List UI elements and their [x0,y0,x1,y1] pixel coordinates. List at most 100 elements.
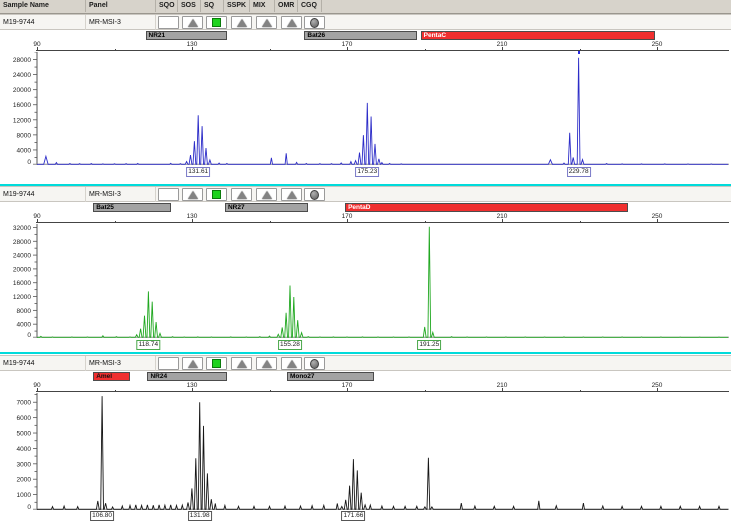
peak-size-label[interactable]: 131.61 [186,167,210,177]
svg-text:16000: 16000 [13,280,31,287]
peak-size-label[interactable]: 155.28 [278,340,302,350]
column-header-sos[interactable]: SOS [178,0,201,12]
flag-sspk-box[interactable] [231,16,252,29]
peak-size-label[interactable]: 191.25 [417,340,441,350]
column-header-panel[interactable]: Panel [86,0,156,12]
flag-sq-box[interactable] [206,188,227,201]
svg-text:4000: 4000 [17,446,32,453]
warning-triangle-icon [237,191,247,199]
svg-text:12000: 12000 [13,294,31,301]
marker-strip: Bat25 NR27 PentaD [0,203,731,213]
axis-tick [270,49,271,52]
svg-text:4000: 4000 [17,322,32,329]
svg-text:28000: 28000 [13,239,31,246]
marker-bar-mono27: Mono27 [287,372,374,381]
flag-omr-box[interactable] [281,357,302,370]
fragment-analysis-window: Sample Name Panel SQO SOS SQ SSPK MIX OM… [0,0,731,529]
svg-text:7000: 7000 [17,400,32,407]
flag-sspk-box[interactable] [231,188,252,201]
flag-cgq-box[interactable] [304,188,325,201]
flag-omr-box[interactable] [281,16,302,29]
column-header-sqo[interactable]: SQO [156,0,178,12]
flag-sqo-box[interactable] [158,188,179,201]
marker-bar-bat26: Bat26 [304,31,416,40]
svg-text:4000: 4000 [17,147,32,154]
peak-size-label[interactable]: 171.66 [341,511,365,521]
peak-size-label[interactable]: 131.98 [188,511,212,521]
sample-name-cell: M19-9744 [0,15,86,30]
svg-text:5000: 5000 [17,431,32,438]
x-axis-tick-label: 210 [497,382,508,389]
axis-tick [115,221,116,224]
flag-sspk-box[interactable] [231,357,252,370]
peak-size-label[interactable]: 229.78 [567,167,591,177]
axis-tick [425,49,426,52]
x-axis-ruler: 90130170210250 [0,382,731,392]
warning-triangle-icon [188,19,198,27]
x-axis-tick-label: 250 [652,41,663,48]
svg-text:8000: 8000 [17,132,32,139]
flag-mix-box[interactable] [256,188,277,201]
x-axis-tick-label: 250 [652,213,663,220]
ruler-line [36,222,729,223]
x-axis-tick-label: 210 [497,213,508,220]
x-axis-tick-label: 170 [342,41,353,48]
flag-cgq-box[interactable] [304,16,325,29]
peak-label-row: 118.74 155.28 191.25 [0,340,731,352]
warning-triangle-icon [237,360,247,368]
quality-circle-icon [310,359,319,369]
peak-label-row: 106.80 131.98 171.66 [0,511,731,523]
sample-row[interactable]: M19-9744 MR-MSI-3 [0,186,731,202]
column-header-sspk[interactable]: SSPK [224,0,250,12]
flag-omr-box[interactable] [281,188,302,201]
marker-bar-amel: Amel [93,372,130,381]
flag-sos-box[interactable] [182,357,203,370]
ruler-line [36,50,729,51]
sample-row[interactable]: M19-9744 MR-MSI-3 [0,14,731,30]
trace-polyline [37,58,728,165]
electropherogram-black[interactable]: 10002000300040005000600070000 [0,393,731,510]
axis-tick [270,390,271,393]
svg-text:0: 0 [27,159,31,165]
x-axis-ruler: 90130170210250 [0,41,731,51]
peak-size-label[interactable]: 106.80 [90,511,114,521]
sample-row[interactable]: M19-9744 MR-MSI-3 [0,355,731,371]
flag-sos-box[interactable] [182,16,203,29]
flag-cgq-box[interactable] [304,357,325,370]
electropherogram-green[interactable]: 400080001200016000200002400028000320000 [0,224,731,338]
flag-sq-box[interactable] [206,357,227,370]
flag-mix-box[interactable] [256,16,277,29]
x-axis-tick-label: 90 [33,382,40,389]
flag-mix-box[interactable] [256,357,277,370]
x-axis-tick-label: 130 [187,382,198,389]
trace-polyline [37,396,728,509]
x-axis-tick-label: 130 [187,213,198,220]
axis-tick [580,221,581,224]
flag-sq-box[interactable] [206,16,227,29]
pass-square-icon [212,359,221,368]
marker-bar-nr27: NR27 [225,203,308,212]
axis-tick [580,390,581,393]
column-header-sq[interactable]: SQ [201,0,224,12]
flag-sos-box[interactable] [182,188,203,201]
svg-text:20000: 20000 [13,87,31,94]
x-axis-tick-label: 130 [187,41,198,48]
svg-text:6000: 6000 [17,415,32,422]
flag-sqo-box[interactable] [158,16,179,29]
axis-tick [270,221,271,224]
column-header-mix[interactable]: MIX [250,0,275,12]
axis-tick [425,390,426,393]
column-header-omr[interactable]: OMR [275,0,298,12]
electropherogram-blue[interactable]: 4000800012000160002000024000280000 [0,52,731,165]
marker-bar-bat25: Bat25 [93,203,171,212]
flag-sqo-box[interactable] [158,357,179,370]
column-header-cgq[interactable]: CGQ [298,0,322,12]
warning-triangle-icon [262,191,272,199]
quality-circle-icon [310,18,319,28]
marker-bar-pentad: PentaD [345,203,628,212]
peak-size-label[interactable]: 118.74 [137,340,160,350]
ruler-line [36,391,729,392]
column-header-sample-name[interactable]: Sample Name [0,0,86,12]
peak-size-label[interactable]: 175.23 [355,167,379,177]
svg-text:28000: 28000 [13,57,31,64]
